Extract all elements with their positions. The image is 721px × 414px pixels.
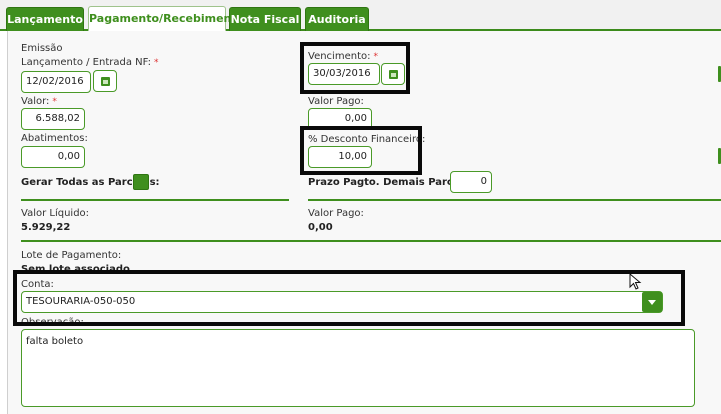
tab-lancamento[interactable]: Lançamento: [6, 7, 84, 31]
lancamento-label: Lançamento / Entrada NF: *: [21, 57, 159, 68]
separator: [308, 199, 721, 201]
summary-valor-pago-label: Valor Pago:: [308, 208, 364, 219]
required-mark: *: [52, 97, 57, 107]
valor-liquido-label: Valor Líquido:: [21, 208, 90, 219]
lancamento-date-input[interactable]: 12/02/2016: [21, 71, 91, 93]
abatimentos-label: Abatimentos:: [21, 133, 88, 144]
valor-input[interactable]: 6.588,02: [21, 108, 85, 130]
highlight-box-vencimento: [300, 42, 410, 94]
highlight-box-conta: [13, 270, 685, 326]
gerar-parcelas-checkbox[interactable]: [133, 174, 149, 190]
mouse-cursor-icon: [629, 273, 642, 290]
tab-bar: Lançamento Pagamento/Recebimento Nota Fi…: [0, 0, 721, 32]
lote-label: Lote de Pagamento:: [21, 250, 122, 261]
prazo-input[interactable]: 0: [450, 171, 492, 193]
observacao-textarea[interactable]: falta boleto: [21, 329, 695, 407]
valor-pago-label: Valor Pago:: [308, 96, 364, 107]
lancamento-calendar-button[interactable]: [93, 70, 117, 92]
valor-liquido-value: 5.929,22: [21, 222, 71, 233]
valor-label: Valor: *: [21, 96, 57, 107]
tab-auditoria[interactable]: Auditoria: [305, 7, 369, 31]
highlight-box-desconto: [300, 126, 422, 175]
abatimentos-input[interactable]: 0,00: [21, 146, 85, 168]
separator: [21, 240, 721, 242]
summary-valor-pago-value: 0,00: [308, 222, 333, 233]
separator: [21, 199, 289, 201]
tab-pagamento-recebimento[interactable]: Pagamento/Recebimento: [88, 6, 244, 32]
required-mark: *: [153, 58, 159, 68]
emissao-label: Emissão: [21, 43, 63, 54]
calendar-icon: [101, 77, 110, 86]
tab-nota-fiscal[interactable]: Nota Fiscal: [229, 7, 301, 31]
